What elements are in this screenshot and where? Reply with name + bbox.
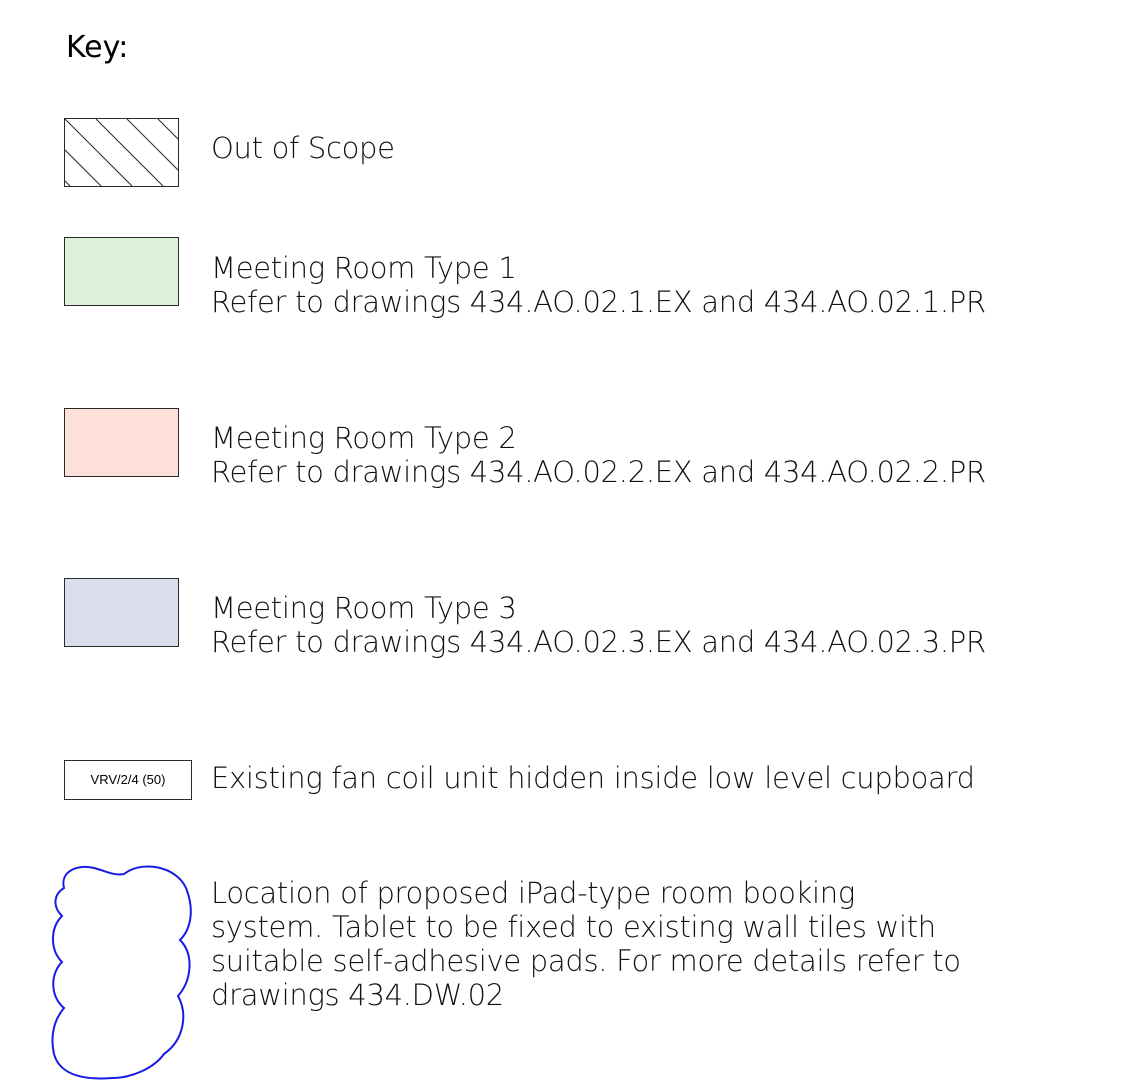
out-of-scope-label: Out of Scope — [211, 131, 395, 165]
fan-coil-unit-tag: VRV/2/4 (50) — [64, 760, 192, 800]
meeting-room-type-3-label: Meeting Room Type 3 Refer to drawings 43… — [211, 591, 986, 659]
description-line: system. Tablet to be fixed to existing w… — [211, 910, 936, 944]
meeting-room-type-2-reference: Refer to drawings 434.AO.02.2.EX and 434… — [211, 455, 986, 489]
meeting-room-type-2-swatch — [64, 408, 179, 477]
meeting-room-type-2-title: Meeting Room Type 2 — [211, 421, 517, 455]
fan-coil-unit-text: Existing fan coil unit hidden inside low… — [211, 761, 975, 795]
fan-coil-unit-label: Existing fan coil unit hidden inside low… — [211, 761, 975, 795]
meeting-room-type-1-swatch — [64, 237, 179, 306]
room-booking-system-description: Location of proposed iPad-type room book… — [211, 876, 1091, 1012]
meeting-room-type-1-reference: Refer to drawings 434.AO.02.1.EX and 434… — [211, 285, 986, 319]
revision-cloud-icon — [51, 865, 192, 1080]
meeting-room-type-3-swatch — [64, 578, 179, 647]
description-line: suitable self-adhesive pads. For more de… — [211, 944, 961, 978]
description-line: Location of proposed iPad-type room book… — [211, 876, 855, 910]
meeting-room-type-3-reference: Refer to drawings 434.AO.02.3.EX and 434… — [211, 625, 986, 659]
meeting-room-type-2-label: Meeting Room Type 2 Refer to drawings 43… — [211, 421, 986, 489]
description-line: drawings 434.DW.02 — [211, 978, 504, 1012]
revision-cloud-symbol — [46, 858, 196, 1080]
out-of-scope-text: Out of Scope — [211, 131, 395, 165]
meeting-room-type-1-title: Meeting Room Type 1 — [211, 251, 517, 285]
hatch-pattern-icon — [65, 119, 178, 186]
key-title: Key: — [66, 30, 129, 65]
out-of-scope-hatch-swatch — [64, 118, 179, 187]
meeting-room-type-1-label: Meeting Room Type 1 Refer to drawings 43… — [211, 251, 986, 319]
meeting-room-type-3-title: Meeting Room Type 3 — [211, 591, 517, 625]
